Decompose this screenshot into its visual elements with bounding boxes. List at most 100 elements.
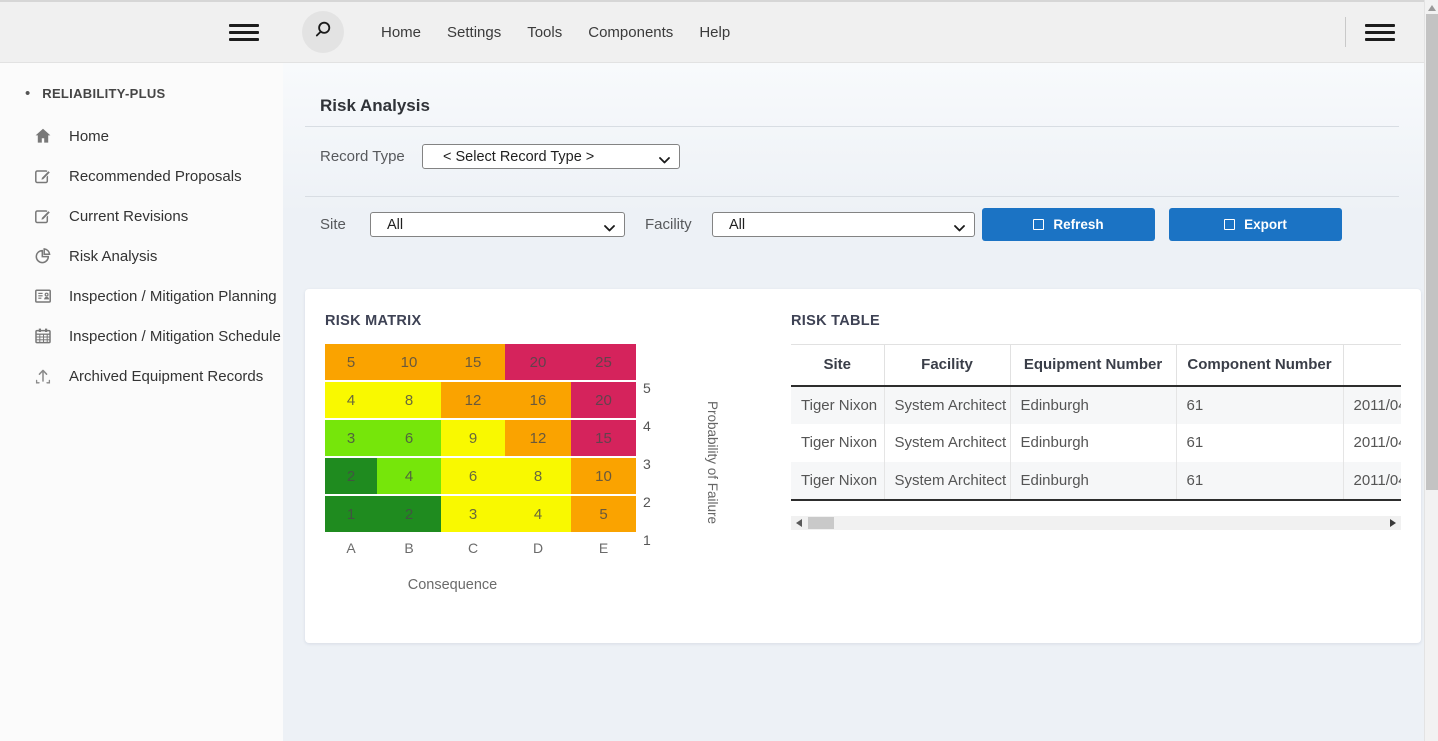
facility-select[interactable]: All (712, 212, 975, 237)
matrix-y-label: 5 (643, 369, 661, 407)
refresh-button[interactable]: Refresh (982, 208, 1155, 241)
nav-item-tools[interactable]: Tools (514, 16, 575, 49)
sidebar-toggle-hamburger-icon[interactable] (229, 24, 259, 41)
main-content: Risk Analysis Record Type < Select Recor… (283, 63, 1438, 741)
site-label: Site (320, 216, 358, 233)
matrix-row-probability-1: 12345 (325, 496, 755, 532)
scroll-left-arrow-icon[interactable] (796, 519, 802, 527)
scroll-right-arrow-icon[interactable] (1390, 519, 1396, 527)
sidebar-item-label: Inspection / Mitigation Planning (69, 288, 277, 305)
matrix-cell-D3[interactable]: 12 (505, 420, 571, 456)
sidebar-item-label: Archived Equipment Records (69, 368, 263, 385)
nav-divider (1345, 17, 1346, 47)
sidebar-item-home[interactable]: Home (0, 116, 283, 156)
sidebar-item-risk-analysis[interactable]: Risk Analysis (0, 236, 283, 276)
matrix-row-probability-5: 510152025 (325, 344, 755, 380)
vertical-scrollbar-thumb[interactable] (1426, 14, 1438, 490)
nav-item-home[interactable]: Home (368, 16, 434, 49)
table-cell: 2011/04/ (1343, 462, 1401, 500)
matrix-cell-B1[interactable]: 2 (377, 496, 441, 532)
matrix-cell-B4[interactable]: 8 (377, 382, 441, 418)
matrix-cell-A3[interactable]: 3 (325, 420, 377, 456)
horizontal-scrollbar-thumb[interactable] (808, 517, 834, 529)
matrix-cell-C5[interactable]: 15 (441, 344, 505, 380)
brand-name: RELIABILITY-PLUS (42, 86, 165, 101)
nav-item-components[interactable]: Components (575, 16, 686, 49)
export-button[interactable]: Export (1169, 208, 1342, 241)
matrix-row-probability-3: 3691215 (325, 420, 755, 456)
matrix-cell-C3[interactable]: 9 (441, 420, 505, 456)
scroll-up-arrow-icon[interactable] (1428, 5, 1436, 11)
matrix-cell-E1[interactable]: 5 (571, 496, 636, 532)
record-type-select[interactable]: < Select Record Type > (422, 144, 680, 169)
site-value: All (371, 217, 403, 233)
table-cell: System Architect (884, 386, 1010, 424)
sidebar-item-inspection-mitigation-planning[interactable]: Inspection / Mitigation Planning (0, 276, 283, 316)
matrix-cell-B5[interactable]: 10 (377, 344, 441, 380)
matrix-row-probability-4: 48121620 (325, 382, 755, 418)
matrix-row-probability-2: 246810 (325, 458, 755, 494)
divider (305, 196, 1399, 197)
chevron-down-icon (954, 220, 965, 238)
matrix-y-label: 3 (643, 445, 661, 483)
matrix-cell-E5[interactable]: 25 (571, 344, 636, 380)
matrix-cell-A4[interactable]: 4 (325, 382, 377, 418)
column-header-equipment-number: Equipment Number (1010, 345, 1176, 386)
risk-matrix-y-axis-title: Probability of Failure (705, 369, 720, 557)
matrix-cell-C2[interactable]: 6 (441, 458, 505, 494)
matrix-cell-E3[interactable]: 15 (571, 420, 636, 456)
matrix-cell-B2[interactable]: 4 (377, 458, 441, 494)
sidebar-item-current-revisions[interactable]: Current Revisions (0, 196, 283, 236)
table-cell: System Architect (884, 462, 1010, 500)
edit-icon (32, 206, 54, 226)
matrix-cell-C4[interactable]: 12 (441, 382, 505, 418)
matrix-cell-D2[interactable]: 8 (505, 458, 571, 494)
pie-chart-icon (32, 246, 54, 266)
table-row[interactable]: Tiger NixonSystem ArchitectEdinburgh6120… (791, 424, 1401, 462)
page-vertical-scrollbar[interactable] (1424, 0, 1438, 741)
table-cell: 61 (1176, 462, 1343, 500)
matrix-cell-A5[interactable]: 5 (325, 344, 377, 380)
search-button[interactable] (302, 11, 344, 53)
sidebar-item-inspection-mitigation-schedule[interactable]: Inspection / Mitigation Schedule (0, 316, 283, 356)
matrix-cell-E4[interactable]: 20 (571, 382, 636, 418)
matrix-cell-D4[interactable]: 16 (505, 382, 571, 418)
site-select[interactable]: All (370, 212, 625, 237)
options-hamburger-icon[interactable] (1365, 24, 1395, 41)
edit-icon (32, 166, 54, 186)
nav-item-settings[interactable]: Settings (434, 16, 514, 49)
sidebar-item-archived-equipment-records[interactable]: Archived Equipment Records (0, 356, 283, 396)
top-nav-links: HomeSettingsToolsComponentsHelp (368, 16, 743, 49)
matrix-cell-C1[interactable]: 3 (441, 496, 505, 532)
matrix-y-label: 1 (643, 521, 661, 559)
record-type-row: Record Type < Select Record Type > (320, 144, 1438, 169)
facility-value: All (713, 217, 745, 233)
export-button-label: Export (1244, 217, 1287, 232)
sidebar-item-label: Inspection / Mitigation Schedule (69, 328, 281, 345)
box-icon (1033, 219, 1044, 230)
table-row[interactable]: Tiger NixonSystem ArchitectEdinburgh6120… (791, 462, 1401, 500)
search-icon (313, 20, 333, 45)
matrix-cell-B3[interactable]: 6 (377, 420, 441, 456)
sidebar-item-recommended-proposals[interactable]: Recommended Proposals (0, 156, 283, 196)
table-row[interactable]: Tiger NixonSystem ArchitectEdinburgh6120… (791, 386, 1401, 424)
sidebar: • RELIABILITY-PLUS HomeRecommended Propo… (0, 63, 283, 741)
risk-matrix-title: RISK MATRIX (325, 313, 755, 329)
record-type-value: < Select Record Type > (423, 149, 594, 165)
matrix-cell-D1[interactable]: 4 (505, 496, 571, 532)
matrix-cell-D5[interactable]: 20 (505, 344, 571, 380)
table-horizontal-scrollbar[interactable] (791, 516, 1401, 530)
table-cell: 61 (1176, 424, 1343, 462)
column-header-component-number: Component Number (1176, 345, 1343, 386)
id-card-icon (32, 286, 54, 306)
upload-icon (32, 366, 54, 386)
box-icon (1224, 219, 1235, 230)
table-cell: Edinburgh (1010, 424, 1176, 462)
matrix-x-label: A (325, 540, 377, 556)
risk-table-title: RISK TABLE (791, 313, 1401, 329)
chevron-down-icon (659, 152, 670, 170)
matrix-cell-A2[interactable]: 2 (325, 458, 377, 494)
nav-item-help[interactable]: Help (686, 16, 743, 49)
matrix-cell-E2[interactable]: 10 (571, 458, 636, 494)
matrix-cell-A1[interactable]: 1 (325, 496, 377, 532)
